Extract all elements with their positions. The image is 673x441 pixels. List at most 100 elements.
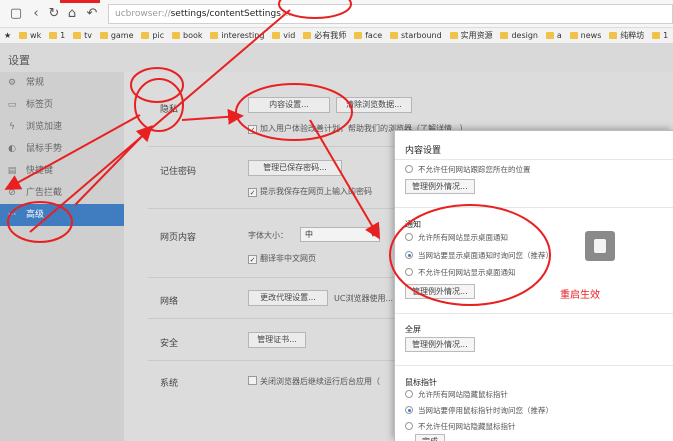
sidebar-item-advanced[interactable]: ··· 高级: [0, 204, 124, 226]
keyboard-icon: ▤: [7, 166, 17, 176]
radio-dot: [405, 422, 413, 430]
active-tab-indicator: [60, 0, 100, 3]
sidebar-toggle-icon[interactable]: ▢: [8, 6, 24, 22]
bookmark-item[interactable]: 1: [652, 28, 668, 43]
sidebar-item-tabs[interactable]: ▭ 标签页: [0, 94, 124, 116]
page-title: 设置: [8, 54, 30, 67]
checkbox-box: ✓: [248, 188, 257, 197]
mouselock-allow-radio[interactable]: 允许所有网站隐藏鼠标指针: [405, 390, 508, 400]
location-exceptions-button[interactable]: 管理例外情况...: [405, 179, 475, 194]
folder-icon: [303, 32, 312, 39]
folder-icon: [141, 32, 150, 39]
content-settings-dialog: 内容设置 不允许任何网站跟踪您所在的位置 管理例外情况... 通知 允许所有网站…: [394, 130, 673, 441]
folder-icon: [545, 32, 554, 39]
notifications-deny-radio[interactable]: 不允许任何网站显示桌面通知: [405, 268, 516, 278]
location-deny-radio[interactable]: 不允许任何网站跟踪您所在的位置: [405, 165, 531, 175]
more-icon: ···: [7, 210, 17, 220]
bookmark-star-icon[interactable]: ★: [4, 28, 11, 43]
radio-dot: [405, 268, 413, 276]
font-size-select[interactable]: 中 ▾: [300, 227, 380, 242]
bookmark-item[interactable]: wk: [19, 28, 41, 43]
radio-dot: [405, 233, 413, 241]
bookmark-item[interactable]: 实用资源: [449, 28, 493, 43]
bookmark-item[interactable]: pic: [141, 28, 164, 43]
save-password-checkbox[interactable]: ✓ 提示我保存在网页上输入的密码: [248, 186, 372, 197]
bookmark-item[interactable]: 必有我师: [303, 28, 346, 43]
bookmark-item[interactable]: interesting: [210, 28, 264, 43]
radio-dot-selected: [405, 251, 413, 259]
bookmark-item[interactable]: vid: [272, 28, 295, 43]
notifications-exceptions-button[interactable]: 管理例外情况...: [405, 284, 475, 299]
manage-certificates-button[interactable]: 管理证书...: [248, 332, 306, 348]
undo-icon[interactable]: ↶: [84, 6, 100, 22]
change-proxy-button[interactable]: 更改代理设置...: [248, 290, 328, 306]
sidebar-item-general[interactable]: ⚙ 常规: [0, 72, 124, 94]
proxy-note: UC浏览器使用...: [334, 294, 394, 303]
font-size-label: 字体大小：: [248, 231, 288, 240]
chevron-down-icon: ▾: [370, 230, 375, 239]
bookmark-item[interactable]: game: [99, 28, 134, 43]
section-label-webcontent: 网页内容: [160, 233, 197, 243]
bookmark-item[interactable]: book: [171, 28, 202, 43]
sidebar-item-adblock[interactable]: ⊘ 广告拦截: [0, 182, 124, 204]
clear-browsing-data-button[interactable]: 清除浏览数据...: [336, 97, 412, 113]
section-label-passwords: 记住密码: [160, 167, 197, 177]
section-label-system: 系统: [160, 379, 179, 389]
folder-icon: [171, 32, 180, 39]
fullscreen-exceptions-button[interactable]: 管理例外情况...: [405, 337, 475, 352]
bookmarks-bar: ★ wk 1 tv game pic book interesting vid …: [0, 28, 673, 44]
home-icon[interactable]: ⌂: [64, 6, 80, 22]
address-bar[interactable]: ucbrowser://settings/contentSettings?...: [108, 4, 673, 24]
sidebar-item-speedup[interactable]: ϟ 浏览加速: [0, 116, 124, 138]
bookmark-item[interactable]: starbound: [390, 28, 442, 43]
folder-icon: [390, 32, 399, 39]
notifications-ask-radio[interactable]: 当网站要显示桌面通知时询问您（推荐）: [405, 251, 553, 261]
bookmark-item[interactable]: news: [569, 28, 601, 43]
divider: [395, 365, 673, 366]
browser-toolbar: ▢ ‹ ↻ ⌂ ↶ ucbrowser://settings/contentSe…: [0, 0, 673, 28]
folder-icon: [73, 32, 82, 39]
block-icon: ⊘: [8, 188, 16, 198]
background-apps-checkbox[interactable]: 关闭浏览器后继续运行后台应用（: [248, 376, 380, 387]
translate-checkbox[interactable]: ✓ 翻译非中文网页: [248, 253, 316, 264]
notifications-allow-radio[interactable]: 允许所有网站显示桌面通知: [405, 233, 508, 243]
back-icon[interactable]: ‹: [28, 6, 44, 22]
radio-dot-selected: [405, 406, 413, 414]
notifications-title: 通知: [405, 220, 421, 229]
radio-dot: [405, 165, 413, 173]
bookmark-item[interactable]: face: [354, 28, 382, 43]
bookmark-item[interactable]: 纯粹坊: [609, 28, 644, 43]
url-prefix: ucbrowser://: [115, 9, 171, 19]
folder-icon: [49, 32, 58, 39]
checkbox-box: ✓: [248, 255, 257, 264]
dialog-title: 内容设置: [405, 146, 442, 156]
folder-icon: [354, 32, 363, 39]
section-label-network: 网络: [160, 297, 179, 307]
folder-icon: [569, 32, 578, 39]
done-button[interactable]: 完成: [415, 434, 445, 441]
tab-icon: ▭: [7, 100, 17, 110]
bookmark-item[interactable]: design: [500, 28, 538, 43]
fullscreen-title: 全屏: [405, 325, 421, 334]
uc-app-icon: [585, 231, 615, 261]
restart-note: 重启生效: [560, 290, 600, 301]
gear-icon: ⚙: [7, 78, 17, 88]
mouselock-deny-radio[interactable]: 不允许任何网站隐藏鼠标指针: [405, 422, 516, 432]
mouse-icon: ◐: [8, 144, 16, 154]
bookmark-item[interactable]: 1: [49, 28, 65, 43]
bookmark-item[interactable]: a: [545, 28, 562, 43]
divider: [395, 207, 673, 208]
checkbox-box: [248, 376, 257, 385]
folder-icon: [652, 32, 661, 39]
sidebar-item-gestures[interactable]: ◐ 鼠标手势: [0, 138, 124, 160]
folder-icon: [99, 32, 108, 39]
sidebar-item-shortcuts[interactable]: ▤ 快捷键: [0, 160, 124, 182]
section-label-privacy: 隐私: [160, 105, 179, 115]
content-settings-button[interactable]: 内容设置...: [248, 97, 330, 113]
section-label-security: 安全: [160, 339, 179, 349]
mouselock-ask-radio[interactable]: 当网站要停用鼠标指针时询问您（推荐）: [405, 406, 553, 416]
bookmark-item[interactable]: tv: [73, 28, 92, 43]
manage-passwords-button[interactable]: 管理已保存密码...: [248, 160, 342, 176]
folder-icon: [210, 32, 219, 39]
reload-icon[interactable]: ↻: [46, 6, 62, 22]
